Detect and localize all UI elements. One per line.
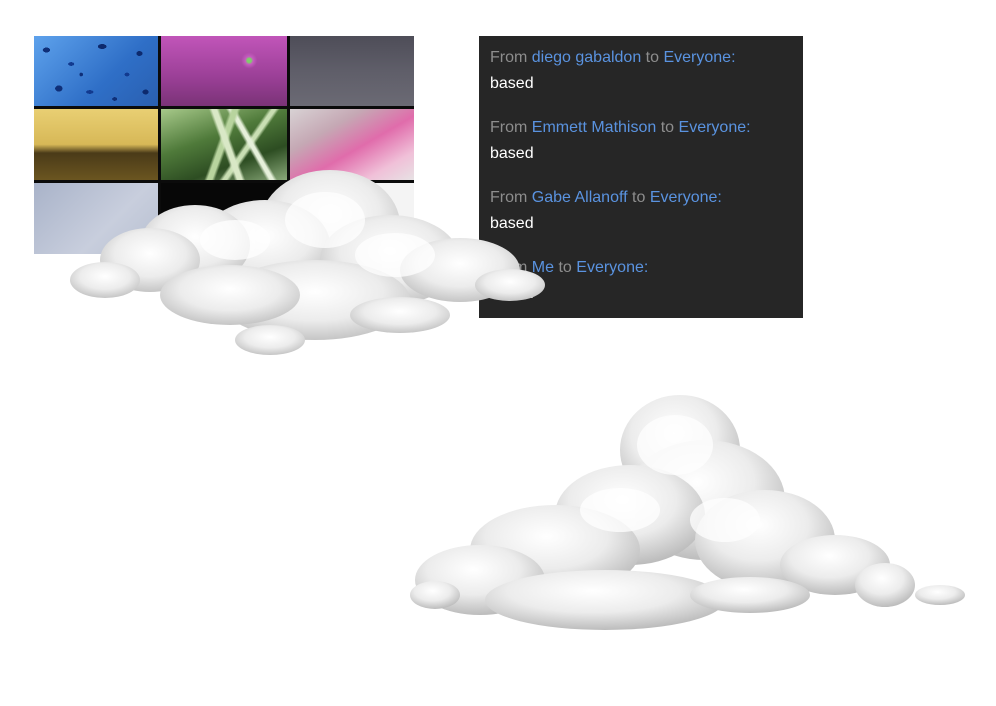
from-label: From bbox=[490, 49, 528, 66]
video-tile-plant[interactable] bbox=[161, 109, 287, 180]
chat-message: From Gabe Allanoff to Everyone: based bbox=[490, 187, 792, 235]
chat-panel: From diego gabaldon to Everyone: based F… bbox=[479, 36, 803, 318]
video-tile-light-gray[interactable] bbox=[34, 183, 158, 254]
recipient-name: Everyone: bbox=[663, 49, 736, 66]
sender-name: diego gabaldon bbox=[531, 49, 642, 66]
from-label: From bbox=[490, 119, 528, 136]
message-text: based bbox=[490, 75, 534, 92]
message-text: based bbox=[490, 145, 534, 162]
cloud-image bbox=[410, 395, 965, 630]
video-tile-blue-sponge[interactable] bbox=[34, 36, 158, 106]
video-tile-white[interactable] bbox=[290, 183, 414, 254]
video-tile-pink[interactable] bbox=[290, 109, 414, 180]
sender-name: Me bbox=[531, 259, 555, 276]
recipient-name: Everyone: bbox=[649, 189, 722, 206]
recipient-name: Everyone: bbox=[678, 119, 751, 136]
to-label: to bbox=[632, 189, 646, 206]
message-text: based bbox=[490, 215, 534, 232]
from-label: From bbox=[490, 189, 528, 206]
sender-name: Emmett Mathison bbox=[531, 119, 657, 136]
sender-name: Gabe Allanoff bbox=[531, 189, 628, 206]
to-label: to bbox=[558, 259, 572, 276]
recipient-name: Everyone: bbox=[576, 259, 649, 276]
video-gallery bbox=[34, 36, 414, 254]
to-label: to bbox=[660, 119, 675, 136]
from-label: From bbox=[490, 259, 528, 276]
video-tile-yellow[interactable] bbox=[34, 109, 158, 180]
message-header: From Me to Everyone: bbox=[490, 257, 792, 279]
message-text: based bbox=[490, 285, 534, 302]
message-header: From Emmett Mathison to Everyone: bbox=[490, 117, 792, 139]
to-label: to bbox=[645, 49, 660, 66]
video-tile-dark-gray[interactable] bbox=[290, 36, 414, 106]
chat-message: From diego gabaldon to Everyone: based bbox=[490, 47, 792, 95]
video-tile-black[interactable] bbox=[161, 183, 287, 254]
message-header: From diego gabaldon to Everyone: bbox=[490, 47, 792, 69]
video-tile-magenta[interactable] bbox=[161, 36, 287, 106]
message-header: From Gabe Allanoff to Everyone: bbox=[490, 187, 792, 209]
chat-message: From Emmett Mathison to Everyone: based bbox=[490, 117, 792, 165]
chat-message: From Me to Everyone: based bbox=[490, 257, 792, 305]
